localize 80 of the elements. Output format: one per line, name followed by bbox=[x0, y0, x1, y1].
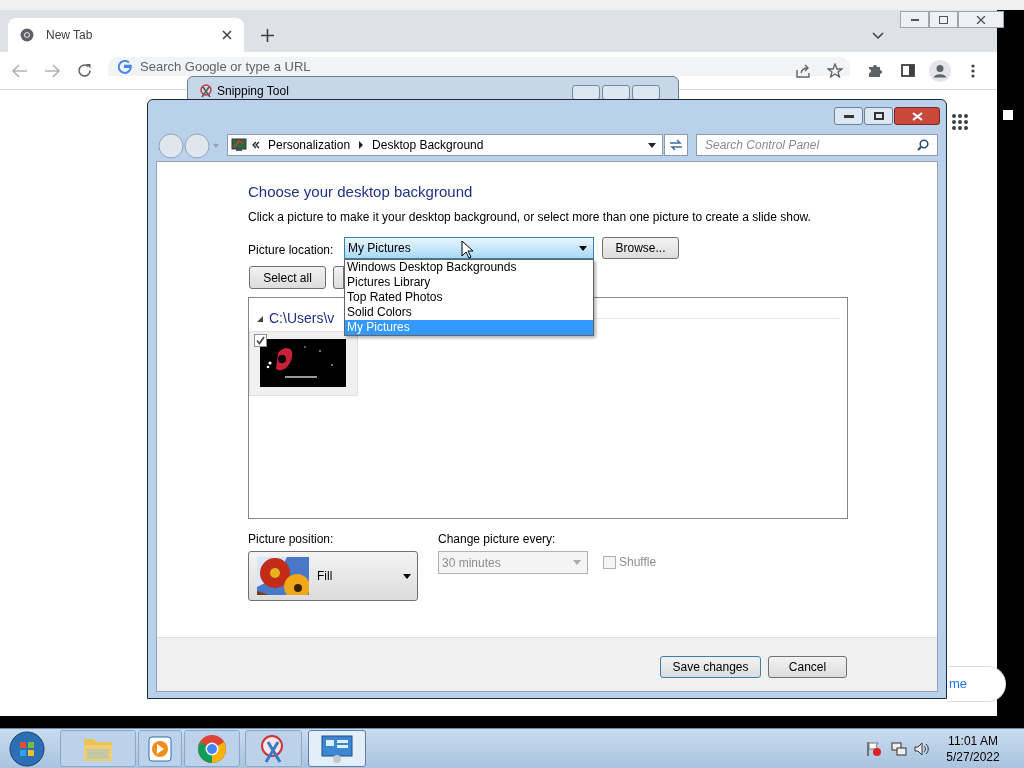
close-icon[interactable] bbox=[222, 30, 232, 40]
network-icon[interactable] bbox=[891, 741, 907, 757]
clock-time[interactable]: 11:01 AM bbox=[948, 733, 998, 749]
control-panel-icon bbox=[231, 138, 247, 152]
google-icon bbox=[118, 59, 132, 74]
chrome-logo-icon bbox=[20, 28, 34, 42]
description-text: Click a picture to make it your desktop background, or select more than one picture to create a slide show. bbox=[248, 208, 811, 226]
play-icon bbox=[147, 734, 173, 763]
taskbar-button[interactable] bbox=[308, 730, 366, 767]
tab-title: New Tab bbox=[46, 27, 94, 44]
dropdown-arrow-icon bbox=[573, 560, 581, 565]
new-tab-icon[interactable] bbox=[261, 29, 274, 42]
taskbar-button[interactable] bbox=[245, 730, 302, 767]
dropdown-option[interactable]: Top Rated Photos bbox=[345, 290, 593, 305]
shuffle-label: Shuffle bbox=[619, 554, 657, 571]
dropdown-option[interactable]: Solid Colors bbox=[345, 305, 593, 320]
group-header[interactable]: C:\Users\v bbox=[269, 308, 335, 329]
square-icon bbox=[1003, 110, 1013, 120]
select-all-button[interactable]: Select all bbox=[249, 266, 326, 289]
refresh-icon bbox=[669, 139, 683, 151]
minimize-button[interactable] bbox=[900, 11, 929, 28]
picture-location-label: Picture location: bbox=[248, 242, 334, 259]
change-picture-label: Change picture every: bbox=[438, 531, 556, 548]
reload-icon[interactable] bbox=[77, 63, 92, 78]
menu-icon[interactable] bbox=[971, 64, 975, 78]
close-icon bbox=[976, 15, 986, 24]
search-icon bbox=[917, 139, 929, 151]
profile-icon[interactable] bbox=[929, 60, 951, 82]
refresh-button[interactable] bbox=[664, 134, 688, 156]
dropdown-option[interactable]: Pictures Library bbox=[345, 275, 593, 290]
browser-tab[interactable]: New Tab bbox=[8, 18, 244, 52]
start-button[interactable] bbox=[8, 730, 46, 768]
dropdown-option[interactable]: Windows Desktop Backgrounds bbox=[345, 260, 593, 275]
chrome-logo-icon bbox=[197, 733, 227, 764]
maximize-button[interactable] bbox=[864, 107, 893, 125]
dropdown-arrow-icon[interactable] bbox=[648, 142, 656, 148]
cancel-button[interactable]: Cancel bbox=[768, 656, 847, 678]
picture-location-dropdown[interactable]: My Pictures bbox=[344, 237, 594, 259]
chevrons-icon bbox=[252, 141, 260, 149]
taskbar-button[interactable] bbox=[184, 730, 240, 767]
puzzle-icon[interactable] bbox=[868, 63, 883, 78]
browse-button[interactable]: Browse... bbox=[602, 237, 679, 259]
scissors-icon bbox=[198, 84, 214, 98]
search-field[interactable]: Search Control Panel bbox=[696, 134, 938, 156]
search-input[interactable]: Search Control Panel bbox=[705, 136, 917, 154]
omnibox-input: Search Google or type a URL bbox=[140, 58, 540, 75]
close-button[interactable] bbox=[894, 107, 940, 125]
breadcrumb-item[interactable]: Personalization bbox=[265, 136, 354, 154]
breadcrumb-arrow-icon[interactable] bbox=[358, 141, 365, 149]
picture-position-dropdown[interactable]: Fill bbox=[248, 551, 418, 601]
customize-button[interactable]: me bbox=[948, 666, 1006, 702]
thumbnail-checkbox[interactable] bbox=[254, 334, 267, 347]
flag-icon[interactable] bbox=[866, 741, 882, 757]
minimize-icon bbox=[910, 18, 919, 21]
clock-date[interactable]: 5/27/2022 bbox=[946, 749, 1000, 765]
breadcrumb-item[interactable]: Desktop Background bbox=[369, 136, 487, 154]
partial-button[interactable] bbox=[333, 266, 344, 289]
maximize-icon bbox=[939, 15, 948, 24]
minimize-button[interactable] bbox=[834, 107, 863, 125]
speaker-icon[interactable] bbox=[914, 741, 930, 757]
page-heading: Choose your desktop background bbox=[248, 182, 474, 202]
side-panel-icon[interactable] bbox=[901, 64, 915, 77]
save-button[interactable]: Save changes bbox=[660, 656, 761, 678]
collapse-arrow-icon[interactable] bbox=[257, 315, 263, 322]
control-panel-icon bbox=[320, 733, 354, 764]
maximize-button[interactable] bbox=[929, 11, 958, 28]
window-title: Snipping Tool bbox=[217, 83, 289, 100]
dropdown-arrow-icon bbox=[403, 573, 411, 579]
omnibox[interactable]: Search Google or type a URL bbox=[108, 57, 850, 76]
share-icon[interactable] bbox=[795, 64, 811, 78]
star-icon[interactable] bbox=[827, 63, 843, 78]
dropdown-arrow-icon bbox=[579, 245, 587, 251]
close-icon bbox=[911, 111, 923, 121]
maximize-icon bbox=[873, 112, 884, 120]
apps-grid-icon[interactable] bbox=[952, 114, 968, 130]
minimize-icon bbox=[843, 114, 854, 118]
taskbar-button[interactable] bbox=[138, 730, 182, 767]
picture-position-label: Picture position: bbox=[248, 531, 334, 548]
address-bar[interactable]: Personalization Desktop Background bbox=[227, 134, 663, 156]
chevron-down-icon[interactable] bbox=[872, 32, 884, 40]
